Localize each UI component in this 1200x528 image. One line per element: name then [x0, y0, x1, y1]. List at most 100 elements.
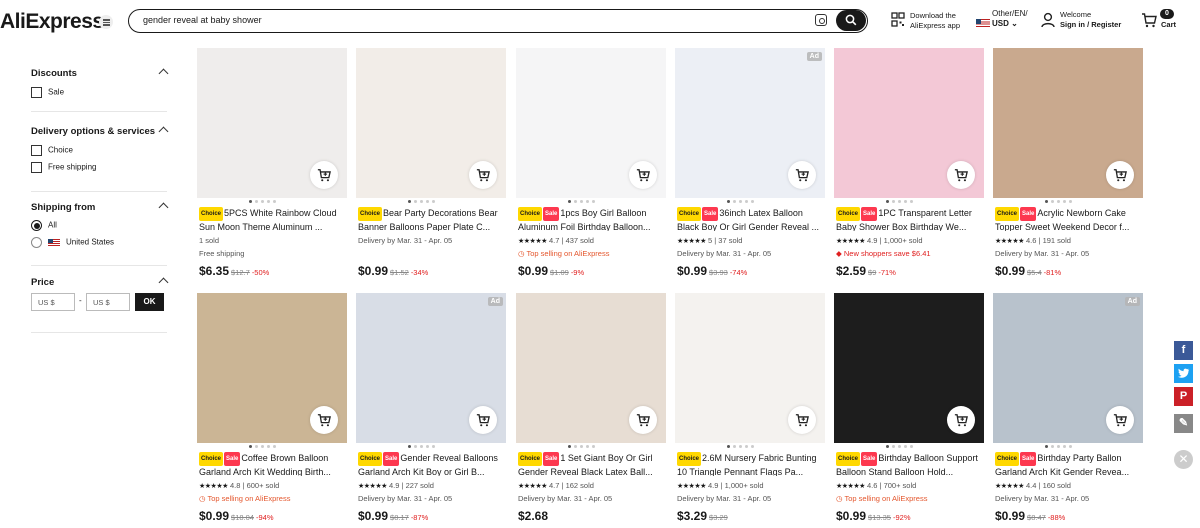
language-currency-selector[interactable]: Other/EN/ USD ⌄ [992, 9, 1028, 29]
add-to-cart-button[interactable] [310, 406, 338, 434]
product-title[interactable]: Choice Bear Party Decorations Bear Banner… [358, 207, 504, 231]
radio-button[interactable] [31, 220, 42, 231]
ship-from-all[interactable]: All [31, 220, 57, 231]
product-title[interactable]: Choice Sale Coffee Brown Balloon Garland A… [199, 452, 345, 476]
search-bar[interactable]: gender reveal at baby shower [128, 9, 868, 33]
product-image[interactable] [834, 48, 984, 198]
product-title[interactable]: Choice 2.6M Nursery Fabric Bunting 10 Tri… [677, 452, 823, 476]
max-price-input[interactable]: US $ [86, 293, 130, 311]
add-to-cart-button[interactable] [1106, 161, 1134, 189]
product-card[interactable]: Ad Choice Sale Birthday Party Ballon Garlan… [993, 293, 1143, 527]
pinterest-share-icon[interactable]: P [1174, 387, 1193, 406]
rating-value: 4.9 [866, 236, 878, 245]
product-meta: ★★★★★ 4.9 | 227 sold [358, 481, 434, 490]
twitter-share-icon[interactable] [1174, 364, 1193, 383]
product-card[interactable]: Choice Sale Birthday Balloon Support Ballo… [834, 293, 984, 527]
product-image[interactable] [197, 48, 347, 198]
product-meta: ★★★★★ 4.8 | 600+ sold [199, 481, 279, 490]
current-price: $0.99 [995, 264, 1026, 278]
cart-count-badge: 0 [1160, 9, 1174, 19]
cart-icon[interactable] [1141, 12, 1157, 28]
product-image[interactable] [356, 48, 506, 198]
price-section: Price [31, 277, 169, 288]
edit-pencil-icon[interactable]: ✎ [1174, 414, 1193, 433]
product-image[interactable]: Ad [675, 48, 825, 198]
original-price: $12.7 [231, 268, 250, 277]
add-to-cart-button[interactable] [788, 406, 816, 434]
add-to-cart-button[interactable] [629, 161, 657, 189]
download-app-link[interactable]: Download the AliExpress app [910, 11, 960, 31]
product-card[interactable]: Choice Sale 1pcs Boy Girl Balloon Aluminum… [516, 48, 666, 282]
product-image[interactable] [516, 48, 666, 198]
aliexpress-logo[interactable]: AliExpress [0, 10, 104, 34]
add-to-cart-button[interactable] [788, 161, 816, 189]
sold-count: 160 sold [1042, 481, 1071, 490]
choice-filter[interactable]: Choice [31, 145, 73, 156]
product-image[interactable]: Ad [356, 293, 506, 443]
product-title[interactable]: Choice Sale 1pcs Boy Girl Balloon Aluminum… [518, 207, 664, 231]
divider [31, 191, 167, 192]
ship-from-united-states[interactable]: United States [31, 237, 114, 248]
qr-code-icon[interactable] [891, 12, 905, 28]
delivery-title: Delivery options & services [31, 126, 156, 137]
sale-badge: Sale [224, 452, 241, 466]
facebook-share-icon[interactable]: f [1174, 341, 1193, 360]
product-card[interactable]: Ad Choice Sale 36inch Latex Balloon Black B… [675, 48, 825, 282]
product-title[interactable]: Choice Sale 1 Set Giant Boy Or Girl Gender… [518, 452, 664, 476]
search-button[interactable] [836, 10, 866, 31]
sign-in-link[interactable]: Welcome Sign in / Register [1060, 10, 1121, 30]
checkbox[interactable] [31, 162, 42, 173]
product-meta: ★★★★★ 4.4 | 160 sold [995, 481, 1071, 490]
add-to-cart-button[interactable] [629, 406, 657, 434]
add-to-cart-button[interactable] [947, 406, 975, 434]
product-title[interactable]: Choice 5PCS White Rainbow Cloud Sun Moon … [199, 207, 345, 231]
product-card[interactable]: Ad Choice Sale Gender Reveal Balloons Garla… [356, 293, 506, 527]
product-image[interactable] [675, 293, 825, 443]
sold-count: 227 sold [405, 481, 434, 490]
product-card[interactable]: Choice Sale 1PC Transparent Letter Baby Sh… [834, 48, 984, 282]
product-image[interactable] [516, 293, 666, 443]
search-input[interactable]: gender reveal at baby shower [143, 15, 262, 25]
sale-badge: Sale [1020, 207, 1037, 221]
product-title[interactable]: Choice Sale Gender Reveal Balloons Garland… [358, 452, 504, 476]
product-image[interactable] [197, 293, 347, 443]
product-title[interactable]: Choice Sale Birthday Balloon Support Ballo… [836, 452, 982, 476]
product-card[interactable]: Choice Sale Acrylic Newborn Cake Topper Sw… [993, 48, 1143, 282]
product-title[interactable]: Choice Sale 1PC Transparent Letter Baby Sh… [836, 207, 982, 231]
product-title[interactable]: Choice Sale Acrylic Newborn Cake Topper Sw… [995, 207, 1141, 231]
add-to-cart-button[interactable] [1106, 406, 1134, 434]
user-icon[interactable] [1041, 12, 1055, 28]
rating-value: 5 [707, 236, 713, 245]
ad-badge: Ad [806, 52, 822, 61]
current-price: $2.68 [518, 509, 549, 523]
current-price: $0.99 [836, 509, 867, 523]
menu-icon[interactable] [99, 15, 113, 29]
add-to-cart-button[interactable] [310, 161, 338, 189]
add-to-cart-button[interactable] [469, 161, 497, 189]
product-image[interactable] [993, 48, 1143, 198]
free-shipping-filter[interactable]: Free shipping [31, 162, 96, 173]
product-meta: ★★★★★ 5 | 37 sold [677, 236, 742, 245]
product-card[interactable]: Choice Sale Coffee Brown Balloon Garland A… [197, 293, 347, 527]
product-card[interactable]: Choice 5PCS White Rainbow Cloud Sun Moon … [197, 48, 347, 282]
min-price-input[interactable]: US $ [31, 293, 75, 311]
add-to-cart-button[interactable] [947, 161, 975, 189]
product-image[interactable]: Ad [993, 293, 1143, 443]
product-card[interactable]: Choice Bear Party Decorations Bear Banner… [356, 48, 506, 282]
product-title[interactable]: Choice Sale Birthday Party Ballon Garland … [995, 452, 1141, 476]
radio-button[interactable] [31, 237, 42, 248]
cart-label[interactable]: Cart [1161, 20, 1176, 29]
price-ok-button[interactable]: OK [135, 293, 164, 311]
sale-filter[interactable]: Sale [31, 87, 64, 98]
product-card[interactable]: Choice 2.6M Nursery Fabric Bunting 10 Tri… [675, 293, 825, 527]
product-image[interactable] [834, 293, 984, 443]
add-to-cart-button[interactable] [469, 406, 497, 434]
close-icon[interactable]: ✕ [1174, 450, 1193, 469]
checkbox[interactable] [31, 87, 42, 98]
ad-badge: Ad [487, 297, 503, 306]
original-price: $13.35 [868, 513, 891, 522]
image-search-icon[interactable] [815, 14, 827, 26]
checkbox[interactable] [31, 145, 42, 156]
product-card[interactable]: Choice Sale 1 Set Giant Boy Or Girl Gender… [516, 293, 666, 527]
product-title[interactable]: Choice Sale 36inch Latex Balloon Black Boy… [677, 207, 823, 231]
